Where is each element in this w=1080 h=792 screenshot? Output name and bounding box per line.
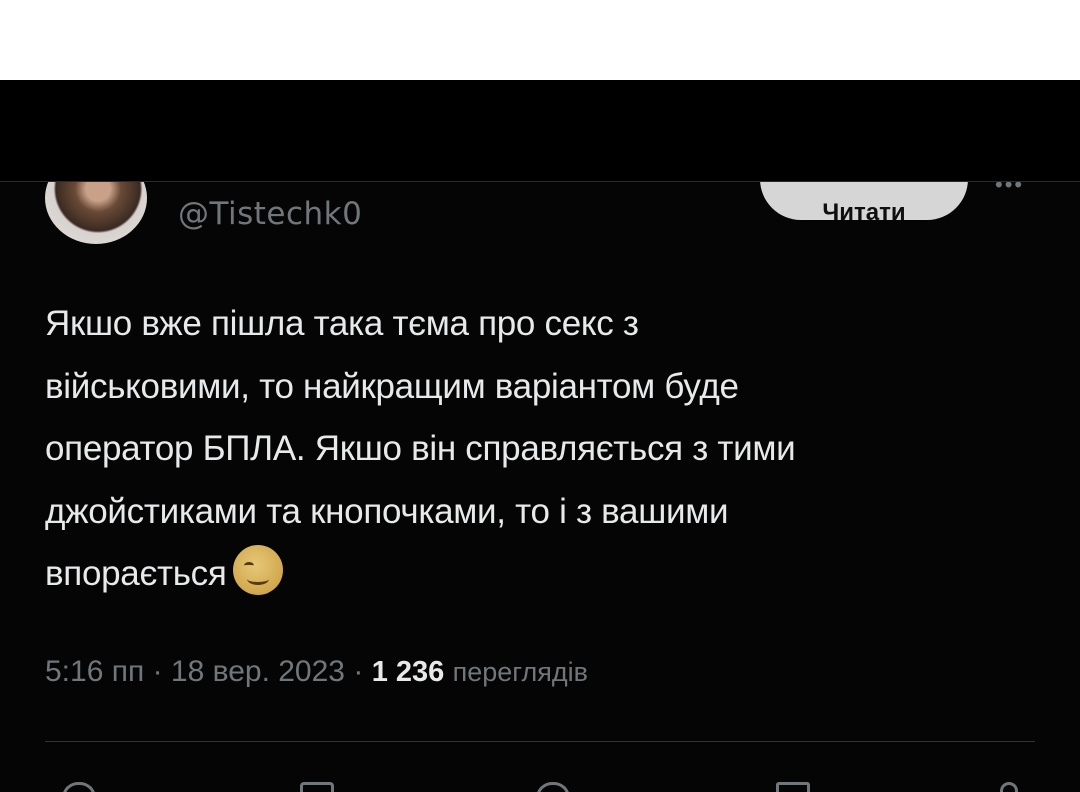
tweet-view: @Tistechk0 Читати ••• Якшо вже пішла так… xyxy=(0,80,1080,792)
views-count: 1 236 xyxy=(371,656,445,688)
retweet-icon[interactable] xyxy=(300,782,334,792)
divider xyxy=(45,741,1035,742)
app-top-bar xyxy=(0,80,1080,182)
tweet-line: джойстиками та кнопочками, то і з вашими xyxy=(45,491,729,531)
tweet-text: Якшо вже пішла така тєма про секс з війс… xyxy=(45,293,1035,606)
tweet-time[interactable]: 5:16 пп xyxy=(45,655,144,688)
tweet-line: впорається xyxy=(45,554,227,593)
like-icon[interactable] xyxy=(536,782,570,792)
meta-separator: · xyxy=(152,655,163,688)
tweet-line: Якшо вже пішла така тєма про секс з xyxy=(45,304,639,343)
reply-icon[interactable] xyxy=(62,782,96,792)
meta-separator: · xyxy=(353,655,364,688)
tweet-meta: 5:16 пп · 18 вер. 2023 · 1 236 перегляді… xyxy=(45,655,588,689)
tweet-line: військовими, то найкращим варіантом буде xyxy=(45,366,739,406)
winking-face-emoji-icon xyxy=(232,545,283,595)
screenshot-frame: @Tistechk0 Читати ••• Якшо вже пішла так… xyxy=(0,0,1080,792)
bookmark-icon[interactable] xyxy=(776,782,810,792)
user-handle[interactable]: @Tistechk0 xyxy=(178,196,362,232)
top-white-margin xyxy=(0,0,1080,80)
views-label: переглядів xyxy=(452,657,589,687)
share-icon[interactable] xyxy=(1000,782,1018,792)
tweet-line: оператор БПЛА. Якшо він справляється з т… xyxy=(45,429,796,468)
tweet-date[interactable]: 18 вер. 2023 xyxy=(171,655,345,688)
action-bar xyxy=(0,770,1080,792)
